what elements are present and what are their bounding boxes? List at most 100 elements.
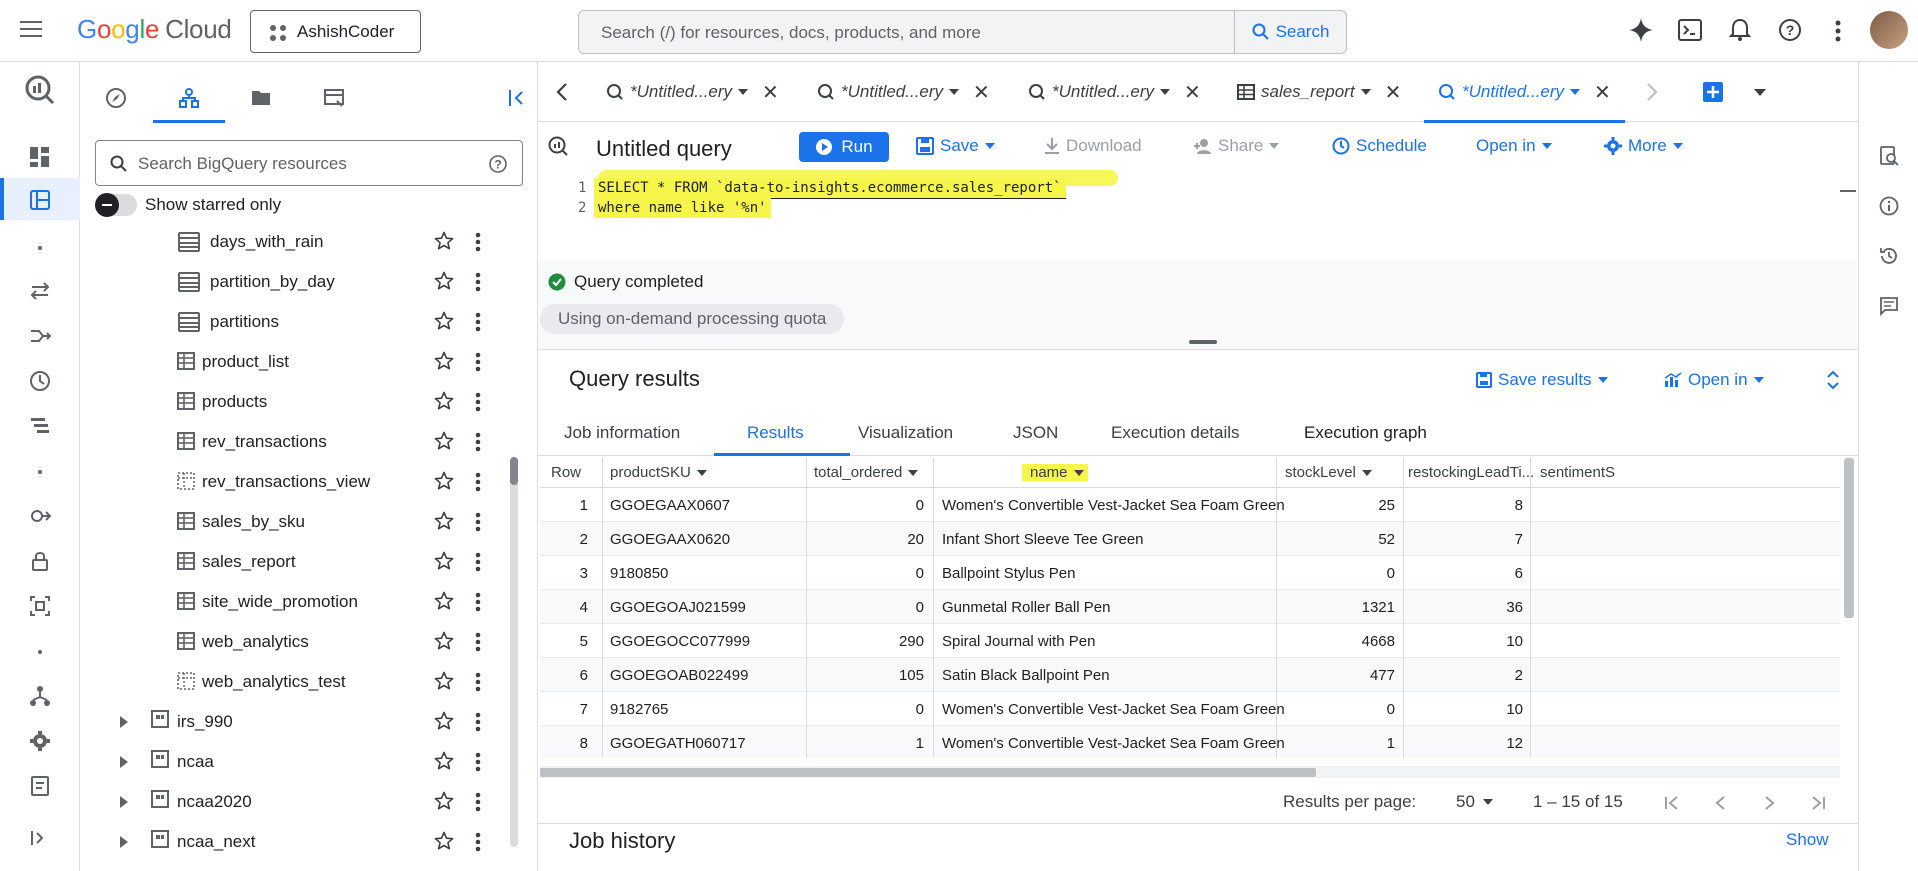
chevron-down-icon[interactable] — [949, 89, 960, 95]
tree-item[interactable]: rev_transactions — [80, 422, 520, 462]
workflows-icon[interactable] — [29, 415, 51, 437]
explorer-search-input[interactable]: Search BigQuery resources ? — [95, 140, 523, 186]
star-icon[interactable] — [434, 591, 454, 611]
project-picker[interactable]: AshishCoder — [250, 10, 421, 53]
tab-execution-graph[interactable]: Execution graph — [1304, 423, 1427, 443]
star-icon[interactable] — [434, 471, 454, 491]
expand-caret-icon[interactable] — [120, 716, 128, 728]
star-icon[interactable] — [434, 671, 454, 691]
lineage-icon[interactable] — [29, 685, 51, 707]
first-page-icon[interactable] — [1664, 795, 1680, 811]
tree-item[interactable]: web_analytics — [80, 622, 520, 662]
column-header-total-ordered[interactable]: total_ordered — [814, 464, 919, 481]
search-button[interactable]: Search — [1234, 11, 1346, 53]
editor-tab[interactable]: *Untitled...ery ✕ — [606, 62, 779, 122]
menu-icon[interactable] — [20, 19, 44, 39]
star-icon[interactable] — [434, 751, 454, 771]
tree-item[interactable]: sales_by_sku — [80, 502, 520, 542]
chevron-right-icon[interactable] — [1646, 82, 1658, 102]
tree-dataset[interactable]: ncaa_next — [80, 822, 520, 862]
dashboard-icon[interactable] — [29, 146, 51, 168]
last-page-icon[interactable] — [1810, 795, 1826, 811]
scheduled-queries-icon[interactable] — [29, 370, 51, 392]
query-title[interactable]: Untitled query — [596, 136, 732, 162]
more-actions-icon[interactable] — [475, 392, 481, 412]
sql-line-2[interactable]: where name like '%n' — [594, 198, 771, 218]
more-actions-icon[interactable] — [475, 512, 481, 532]
cloud-shell-icon[interactable] — [1678, 19, 1702, 41]
schedule-button[interactable]: Schedule — [1332, 136, 1427, 156]
column-header-stocklevel[interactable]: stockLevel — [1285, 464, 1372, 481]
tree-item[interactable]: partition_by_day — [80, 262, 520, 302]
expand-caret-icon[interactable] — [120, 796, 128, 808]
tree-dataset[interactable]: ncaa — [80, 742, 520, 782]
tree-dataset[interactable]: ncaa2020 — [80, 782, 520, 822]
table-row[interactable]: 5 GGOEGOCC077999 290 Spiral Journal with Pe… — [540, 624, 1840, 658]
more-actions-icon[interactable] — [475, 832, 481, 852]
tree-item[interactable]: site_wide_promotion — [80, 582, 520, 622]
analytics-hub-icon[interactable] — [29, 505, 51, 527]
more-actions-icon[interactable] — [475, 472, 481, 492]
pipelines-icon[interactable] — [29, 325, 51, 347]
release-notes-icon[interactable] — [29, 775, 51, 797]
expand-rail-icon[interactable] — [29, 827, 51, 849]
more-actions-icon[interactable] — [475, 792, 481, 812]
editor-tab[interactable]: *Untitled...ery ✕ — [817, 62, 990, 122]
table-row[interactable]: 4 GGOEGOAJ021599 0 Gunmetal Roller Ball Pen… — [540, 590, 1840, 624]
star-icon[interactable] — [434, 831, 454, 851]
notifications-icon[interactable] — [1729, 18, 1751, 42]
info-icon[interactable] — [1879, 196, 1899, 216]
table-row[interactable]: 6 GGOEGOAB022499 105 Satin Black Ballpoint … — [540, 658, 1840, 692]
show-starred-toggle[interactable]: Show starred only — [95, 193, 281, 217]
run-button[interactable]: Run — [799, 132, 889, 162]
close-icon[interactable]: ✕ — [762, 80, 779, 105]
tree-item[interactable]: products — [80, 382, 520, 422]
chevron-down-icon[interactable] — [1570, 89, 1581, 95]
more-actions-icon[interactable] — [475, 712, 481, 732]
tab-execution-details[interactable]: Execution details — [1111, 423, 1240, 443]
per-page-select[interactable]: 50 — [1456, 792, 1493, 812]
share-button[interactable]: Share — [1194, 136, 1280, 156]
help-icon[interactable]: ? — [488, 154, 508, 174]
sql-line-1[interactable]: SELECT * FROM `data-to-insights.ecommerc… — [594, 178, 1066, 199]
star-icon[interactable] — [434, 351, 454, 371]
more-actions-icon[interactable] — [475, 432, 481, 452]
table-row[interactable]: 7 9182765 0 Women's Convertible Vest-Jacket… — [540, 692, 1840, 726]
column-header-sentiment[interactable]: sentimentS — [1540, 464, 1615, 481]
more-actions-icon[interactable] — [475, 592, 481, 612]
results-open-in-button[interactable]: Open in — [1664, 370, 1764, 390]
tree-item[interactable]: sales_report — [80, 542, 520, 582]
chevron-down-icon[interactable] — [1160, 89, 1171, 95]
more-actions-icon[interactable] — [475, 352, 481, 372]
version-history-icon[interactable] — [1879, 246, 1899, 266]
tab-job-information[interactable]: Job information — [564, 423, 680, 443]
tree-item[interactable]: rev_transactions_view — [80, 462, 520, 502]
chevron-down-icon[interactable] — [738, 89, 749, 95]
chevron-down-icon[interactable] — [1360, 89, 1371, 95]
toggle-switch[interactable] — [95, 193, 137, 217]
table-vertical-scrollbar[interactable] — [1844, 458, 1854, 618]
more-actions-icon[interactable] — [475, 552, 481, 572]
save-results-button[interactable]: Save results — [1476, 370, 1608, 390]
editor-tab-active[interactable]: *Untitled...ery ✕ — [1424, 62, 1625, 123]
lock-icon[interactable] — [29, 550, 51, 572]
download-button[interactable]: Download — [1044, 136, 1142, 156]
table-horizontal-scrollbar[interactable] — [540, 766, 1840, 778]
folder-icon[interactable] — [250, 87, 272, 109]
tree-dataset[interactable]: irs_990 — [80, 702, 520, 742]
more-options-icon[interactable] — [1835, 20, 1841, 42]
explorer-tab-icon[interactable] — [178, 87, 200, 109]
more-actions-icon[interactable] — [475, 632, 481, 652]
explore-compass-icon[interactable] — [105, 87, 127, 109]
resize-handle[interactable] — [1189, 340, 1217, 344]
sql-editor[interactable]: 1 2 SELECT * FROM `data-to-insights.ecom… — [538, 172, 1858, 260]
column-header-name[interactable]: name — [1022, 464, 1088, 481]
settings-gear-icon[interactable] — [29, 730, 51, 752]
expand-collapse-icon[interactable] — [1826, 369, 1840, 391]
star-icon[interactable] — [434, 551, 454, 571]
expand-caret-icon[interactable] — [120, 836, 128, 848]
avatar[interactable] — [1870, 11, 1908, 49]
tab-results[interactable]: Results — [747, 423, 804, 443]
tab-json[interactable]: JSON — [1013, 423, 1058, 443]
explorer-scrollbar[interactable] — [510, 457, 518, 847]
